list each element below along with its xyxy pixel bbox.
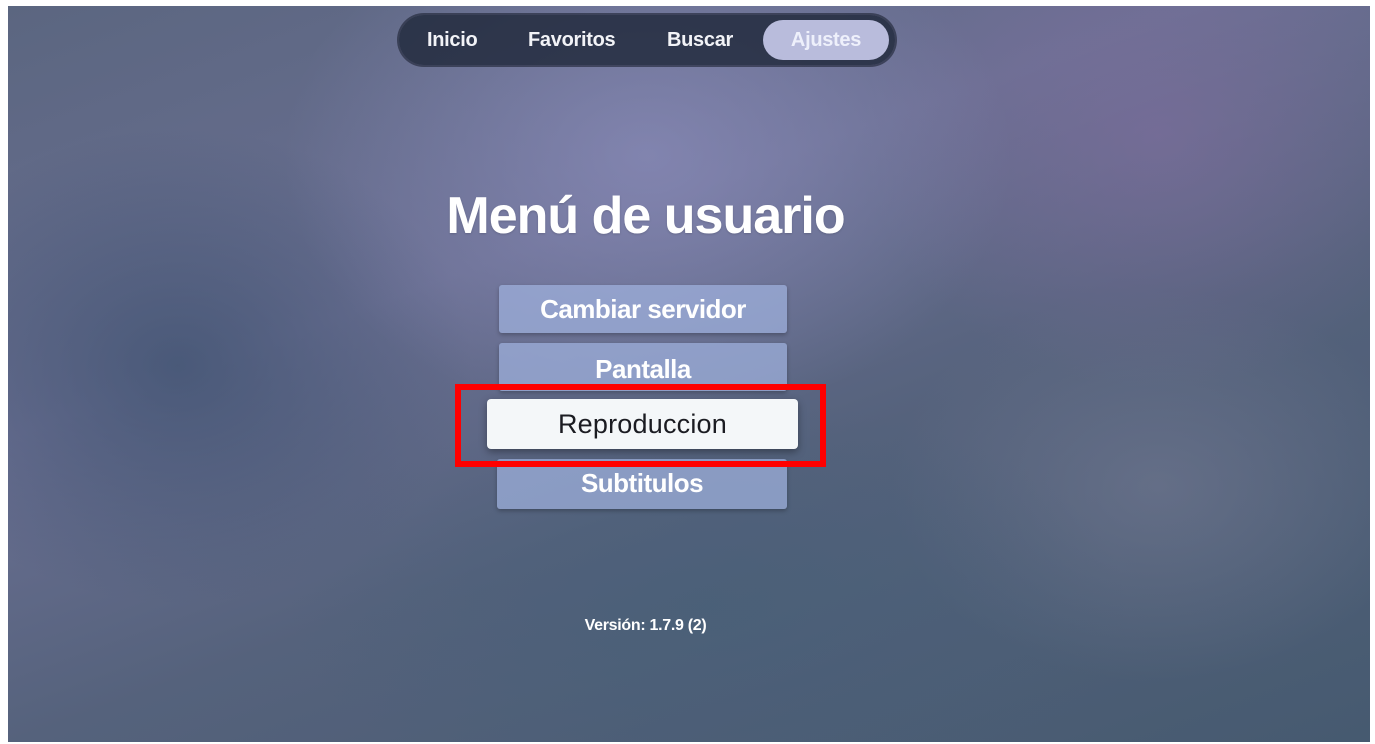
top-navigation-bar: Inicio Favoritos Buscar Ajustes (399, 15, 895, 65)
page-title: Menú de usuario (446, 187, 845, 245)
menu-item-subtitulos[interactable]: Subtitulos (497, 459, 787, 509)
tv-screen: Inicio Favoritos Buscar Ajustes Menú de … (8, 6, 1370, 742)
menu-item-reproduccion[interactable]: Reproduccion (487, 399, 798, 449)
version-label: Versión: 1.7.9 (2) (584, 617, 707, 634)
menu-item-pantalla[interactable]: Pantalla (499, 343, 787, 391)
menu-item-cambiar-servidor[interactable]: Cambiar servidor (499, 285, 787, 333)
tab-buscar[interactable]: Buscar (667, 15, 733, 65)
tab-inicio[interactable]: Inicio (427, 15, 478, 65)
tab-favoritos[interactable]: Favoritos (528, 15, 616, 65)
tab-ajustes[interactable]: Ajustes (763, 20, 889, 60)
